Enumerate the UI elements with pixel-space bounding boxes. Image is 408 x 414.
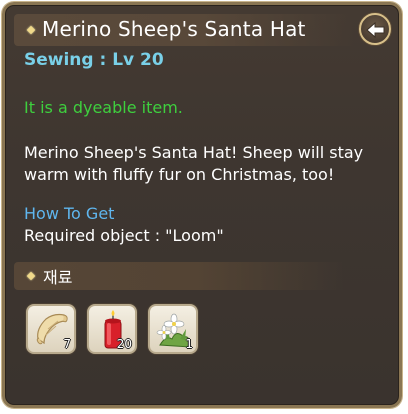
material-slot-flower[interactable]: 1: [148, 304, 198, 354]
material-quantity: 1: [185, 337, 193, 351]
material-quantity: 20: [116, 337, 132, 351]
material-quantity: 7: [63, 337, 71, 351]
how-to-get-heading: How To Get: [24, 204, 115, 223]
skill-requirement: Sewing : Lv 20: [24, 50, 164, 70]
material-slot-scroll[interactable]: 7: [26, 304, 76, 354]
item-title: Merino Sheep's Santa Hat: [42, 17, 306, 41]
material-slot-candle[interactable]: 20: [87, 304, 137, 354]
back-button[interactable]: [359, 13, 391, 45]
required-object: Required object : "Loom": [24, 226, 224, 245]
materials-heading: 재료: [43, 268, 73, 287]
back-arrow-icon: [366, 21, 385, 39]
dyeable-note: It is a dyeable item.: [24, 98, 183, 117]
item-description: Merino Sheep's Santa Hat! Sheep will sta…: [24, 143, 364, 184]
